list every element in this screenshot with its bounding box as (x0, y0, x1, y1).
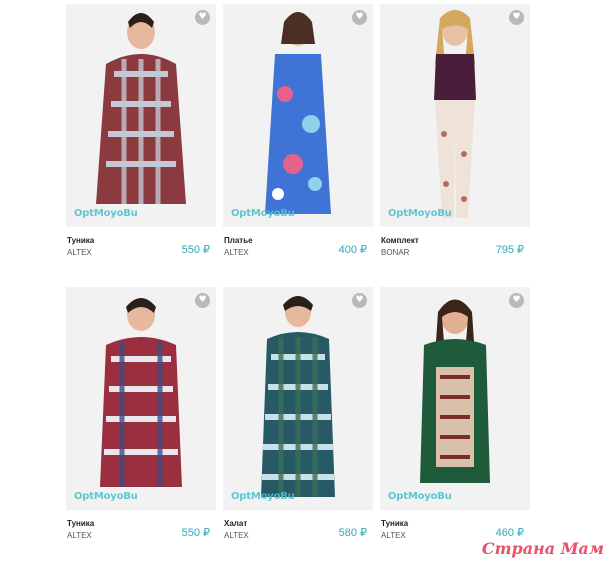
product-name[interactable]: Туника (67, 236, 94, 245)
product-photo[interactable]: ♥ OptMoyoBu (223, 287, 373, 510)
heart-icon[interactable]: ♥ (509, 293, 524, 308)
product-name[interactable]: Туника (381, 519, 408, 528)
product-price: 400 ₽ (338, 244, 367, 256)
product-photo[interactable]: ♥ OptMoyoBu (380, 4, 530, 227)
site-watermark: Страна Мам (481, 539, 604, 558)
brand-logo: OptMoyoBu (388, 208, 452, 219)
heart-icon[interactable]: ♥ (195, 10, 210, 25)
product-photo[interactable]: ♥ OptMoyoBu (380, 287, 530, 510)
heart-icon[interactable]: ♥ (352, 293, 367, 308)
product-name[interactable]: Туника (67, 519, 94, 528)
product-brand: ALTEX (67, 531, 92, 540)
product-name[interactable]: Платье (224, 236, 253, 245)
product-price: 795 ₽ (495, 244, 524, 256)
brand-logo: OptMoyoBu (74, 208, 138, 219)
product-name[interactable]: Халат (224, 519, 247, 528)
product-price: 550 ₽ (181, 527, 210, 539)
product-price: 550 ₽ (181, 244, 210, 256)
product-brand: BONAR (381, 248, 410, 257)
product-brand: ALTEX (67, 248, 92, 257)
product-price: 580 ₽ (338, 527, 367, 539)
product-brand: ALTEX (224, 248, 249, 257)
brand-logo: OptMoyoBu (74, 491, 138, 502)
product-brand: ALTEX (224, 531, 249, 540)
brand-logo: OptMoyoBu (231, 208, 295, 219)
product-brand: ALTEX (381, 531, 406, 540)
product-photo[interactable]: ♥ OptMoyoBu (66, 4, 216, 227)
product-photo[interactable]: ♥ OptMoyoBu (66, 287, 216, 510)
product-price: 460 ₽ (495, 527, 524, 539)
brand-logo: OptMoyoBu (231, 491, 295, 502)
product-name[interactable]: Комплект (381, 236, 419, 245)
brand-logo: OptMoyoBu (388, 491, 452, 502)
heart-icon[interactable]: ♥ (195, 293, 210, 308)
product-photo[interactable]: ♥ OptMoyoBu (223, 4, 373, 227)
heart-icon[interactable]: ♥ (509, 10, 524, 25)
heart-icon[interactable]: ♥ (352, 10, 367, 25)
